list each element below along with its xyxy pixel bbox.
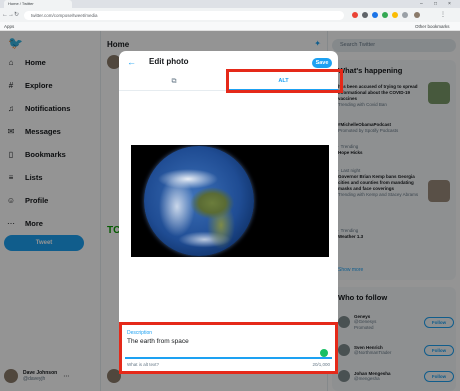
extension-icon[interactable] (372, 12, 378, 18)
emoji-icon[interactable] (320, 349, 328, 357)
menu-icon[interactable]: ⋮ (440, 11, 446, 19)
extension-icon[interactable] (352, 12, 358, 18)
apps-bookmark[interactable]: Apps (4, 23, 14, 30)
extension-icon[interactable] (362, 12, 368, 18)
profile-avatar-icon[interactable] (414, 12, 420, 18)
close-window-icon[interactable]: × (448, 0, 451, 8)
extension-icon[interactable] (402, 12, 408, 18)
address-bar: ← → ↻ twitter.com/compose/tweet/media ⋮ (0, 8, 460, 22)
earth-image (144, 146, 254, 256)
reload-icon[interactable]: ↻ (14, 11, 19, 19)
dialog-header: ← Edit photo Save (119, 51, 338, 73)
active-tab-indicator (229, 89, 338, 91)
back-arrow-icon[interactable]: ← (127, 56, 136, 68)
description-field[interactable]: Description The earth from space (125, 327, 332, 359)
dialog-title: Edit photo (149, 57, 189, 66)
browser-tab[interactable]: Home / Twitter (4, 0, 72, 8)
url-input[interactable]: twitter.com/compose/tweet/media (24, 11, 344, 20)
extension-icon[interactable] (392, 12, 398, 18)
extension-icon[interactable] (382, 12, 388, 18)
other-bookmarks[interactable]: Other bookmarks (415, 23, 450, 30)
photo-preview (131, 145, 329, 257)
description-input[interactable]: The earth from space (127, 338, 189, 345)
alt-text-help-link[interactable]: What is alt text? (127, 362, 159, 367)
minimize-icon[interactable]: – (420, 0, 423, 8)
edit-photo-dialog: ← Edit photo Save ⧉ ALT Description The … (119, 51, 338, 374)
crop-icon: ⧉ (171, 78, 177, 85)
description-label: Description (127, 330, 153, 336)
description-footer: What is alt text? 20/1,000 (125, 361, 332, 371)
browser-tab-bar: Home / Twitter – □ × (0, 0, 460, 8)
maximize-icon[interactable]: □ (434, 0, 437, 8)
edit-tabs: ⧉ ALT (119, 73, 338, 91)
character-count: 20/1,000 (312, 362, 330, 367)
save-button[interactable]: Save (312, 58, 332, 68)
tab-crop[interactable]: ⧉ (119, 73, 229, 91)
bookmarks-bar: Apps Other bookmarks (0, 22, 460, 31)
